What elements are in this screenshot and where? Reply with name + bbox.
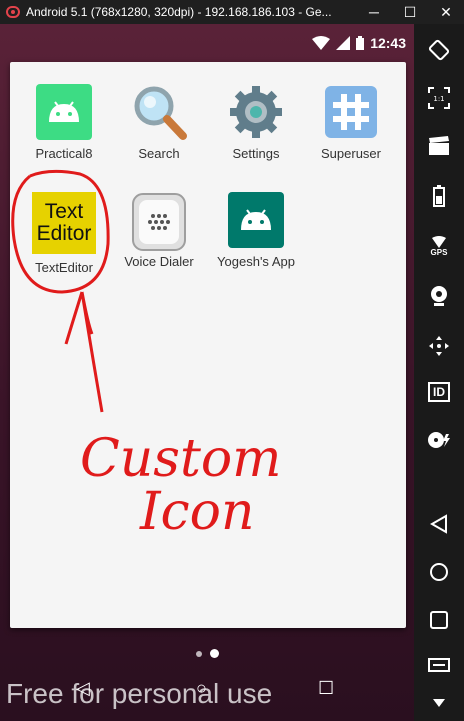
page-dot (196, 650, 202, 657)
chevron-down-icon[interactable] (414, 690, 464, 716)
nav-back-icon[interactable] (414, 506, 464, 542)
maximize-button[interactable]: ☐ (392, 0, 428, 24)
genymotion-logo-icon (6, 6, 20, 18)
hash-icon (323, 84, 379, 140)
page-indicator (196, 649, 219, 658)
wifi-icon (312, 36, 331, 50)
status-bar: 12:43 (0, 24, 414, 62)
app-practical8[interactable]: Practical8 (18, 84, 110, 161)
app-drawer: Practical8 Search Settings Superuser Tex… (10, 62, 406, 628)
app-settings[interactable]: Settings (210, 84, 302, 161)
app-label: Search (138, 146, 180, 161)
window-title: Android 5.1 (768x1280, 320dpi) - 192.168… (26, 5, 332, 19)
app-superuser[interactable]: Superuser (305, 84, 397, 161)
menu-icon[interactable] (414, 652, 464, 678)
webcam-icon[interactable] (414, 278, 464, 314)
dpad-icon[interactable] (414, 328, 464, 364)
battery-icon (356, 36, 365, 50)
gps-label: GPS (430, 247, 448, 257)
android-icon (228, 192, 284, 248)
text-editor-icon: Text Editor (32, 192, 96, 254)
magnifier-icon (131, 84, 187, 140)
app-search[interactable]: Search (113, 84, 205, 161)
icon-text-line-1: Text (44, 200, 84, 223)
app-label: Superuser (321, 146, 381, 161)
app-texteditor[interactable]: Text Editor TextEditor (18, 192, 110, 275)
gps-icon[interactable]: GPS (414, 228, 464, 264)
pixel-perfect-icon[interactable]: 1:1 (414, 80, 464, 116)
clapperboard-icon[interactable] (414, 128, 464, 164)
app-label: Settings (232, 146, 280, 161)
emulator-sidebar: 1:1 GPS ID (414, 24, 464, 721)
rotate-icon[interactable] (414, 32, 464, 68)
svg-text:1:1: 1:1 (433, 95, 444, 103)
device-screen: 12:43 Practical8 Search Settings Superus… (0, 24, 414, 721)
signal-icon (336, 36, 351, 50)
speaker-icon (131, 192, 187, 251)
recents-button[interactable]: ☐ (318, 678, 334, 699)
watermark: Free for personal use (6, 678, 273, 709)
app-label: Practical8 (35, 146, 93, 161)
id-label: ID (428, 382, 450, 402)
app-yogesh[interactable]: Yogesh's App (210, 192, 302, 269)
app-label: TextEditor (35, 260, 93, 275)
app-label: Voice Dialer (124, 254, 194, 269)
android-icon (36, 84, 92, 140)
device-id-icon[interactable]: ID (414, 374, 464, 410)
page-dot-active (210, 649, 219, 658)
nav-recents-icon[interactable] (414, 602, 464, 638)
nav-home-icon[interactable] (414, 554, 464, 590)
clock: 12:43 (370, 35, 406, 51)
app-voice-dialer[interactable]: Voice Dialer (113, 192, 205, 269)
close-button[interactable]: ✕ (428, 0, 464, 24)
battery-widget-icon[interactable] (414, 178, 464, 214)
icon-text-line-2: Editor (36, 222, 92, 245)
minimize-button[interactable]: ─ (356, 0, 392, 24)
disk-io-icon[interactable] (414, 422, 464, 458)
gear-icon (228, 84, 284, 140)
app-label: Yogesh's App (217, 254, 295, 269)
window-titlebar: Android 5.1 (768x1280, 320dpi) - 192.168… (0, 0, 464, 24)
